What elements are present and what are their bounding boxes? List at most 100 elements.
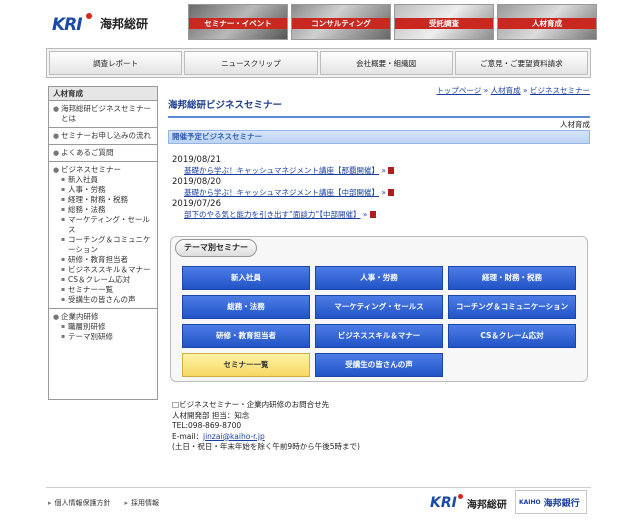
theme-button-business-skill[interactable]: ビジネススキル＆マナー [315, 324, 443, 348]
banner-label: セミナー・イベント [189, 18, 287, 29]
event-date: 2019/07/26 [172, 199, 221, 209]
theme-button-hr-labor[interactable]: 人事・労務 [315, 266, 443, 290]
sub-bullet-icon: ▪ [61, 186, 66, 193]
breadcrumb-seminar[interactable]: ビジネスセミナー [530, 86, 590, 95]
sub-bullet-icon: ▪ [61, 176, 66, 183]
sidebar-subitem-label: 人事・労務 [68, 185, 106, 194]
sidebar-item-label: よくあるご質問 [61, 148, 114, 157]
sidebar-subitem[interactable]: ▪ ビジネススキル＆マナー [53, 265, 155, 275]
breadcrumb-hr[interactable]: 人材育成 [491, 86, 521, 95]
contact-email-label: E-mail： [172, 431, 204, 441]
sidebar-subitem-label: 研修・教育担当者 [68, 255, 128, 264]
bank-name-jp: 海邦銀行 [543, 498, 580, 509]
event-link[interactable]: 基礎から学ぶ！キャッシュマネジメント講座【那覇開催】 » [172, 166, 592, 176]
sub-bullet-icon: ▪ [61, 323, 66, 330]
nav-feedback-request[interactable]: ご意見・ご要望資料請求 [454, 51, 588, 75]
footer-logo-mark-text: KRI [430, 495, 457, 511]
sub-bullet-icon: ▪ [61, 216, 66, 223]
bullet-icon: ● [53, 149, 60, 157]
sub-bullet-icon: ▪ [61, 266, 66, 273]
theme-button-cs-claims[interactable]: CS＆クレーム応対 [448, 324, 576, 348]
sidebar-subitem[interactable]: ▪ 受講生の皆さんの声 [53, 295, 155, 305]
sidebar-subitem[interactable]: ▪ 研修・教育担当者 [53, 255, 155, 265]
theme-button-seminar-list[interactable]: セミナー一覧 [182, 353, 310, 377]
banner-seminar-event[interactable]: セミナー・イベント [188, 4, 288, 40]
sidebar-subitem-label: 新入社員 [68, 175, 98, 184]
sidebar-subitem[interactable]: ▪ 職層別研修 [53, 322, 155, 332]
event-title: 部下のやる気と能力を引き出す”面談力”【中部開催】 [184, 210, 361, 219]
footer-link-privacy[interactable]: ▸ 個人情報保護方針 [48, 498, 111, 508]
bullet-icon: ● [53, 105, 60, 113]
sidebar-subitem[interactable]: ▪ 人事・労務 [53, 185, 155, 195]
bullet-icon: ▸ [48, 499, 52, 507]
footer-link-recruit[interactable]: ▸ 採用情報 [125, 498, 160, 508]
banner-research[interactable]: 受託調査 [394, 4, 494, 40]
sidebar-item-business-seminar[interactable]: ● ビジネスセミナー [53, 165, 155, 175]
event-arrow: » [381, 188, 386, 197]
sidebar-subitem[interactable]: ▪ CS＆クレーム応対 [53, 275, 155, 285]
sidebar-subitem[interactable]: ▪ 新入社員 [53, 175, 155, 185]
sub-bullet-icon: ▪ [61, 286, 66, 293]
sidebar-subitem-label: マーケティング・セールス [68, 215, 150, 234]
theme-button-marketing[interactable]: マーケティング・セールス [315, 295, 443, 319]
sidebar-item-about-seminar[interactable]: ● 海邦総研ビジネスセミナーとは [53, 104, 155, 124]
theme-button-general-legal[interactable]: 総務・法務 [182, 295, 310, 319]
sidebar-subitem[interactable]: ▪ マーケティング・セールス [53, 215, 155, 235]
nav-news-clip[interactable]: ニュースクリップ [184, 51, 318, 75]
footer-logo[interactable]: KRI 海邦総研 [430, 492, 510, 514]
sidebar-subitem-label: 受講生の皆さんの声 [68, 295, 136, 304]
contact-info: □ビジネスセミナー・企業内研修のお問合せ先 人材開発部 担当：知念 TEL:09… [172, 400, 360, 453]
banner-label: コンサルティング [292, 18, 390, 29]
event-link[interactable]: 基礎から学ぶ！キャッシュマネジメント講座【中部開催】 » [172, 188, 592, 198]
theme-seminar-heading: テーマ別セミナー [175, 239, 257, 257]
sidebar-item-label: 企業内研修 [61, 312, 99, 321]
theme-button-student-voices[interactable]: 受講生の皆さんの声 [315, 353, 443, 377]
theme-button-coaching[interactable]: コーチング＆コミュニケーション [448, 295, 576, 319]
footer-link-label: 採用情報 [131, 499, 160, 507]
breadcrumb-top[interactable]: トップページ [436, 86, 481, 95]
top-navigation: 調査レポート ニュースクリップ 会社概要・組織図 ご意見・ご要望資料請求 [46, 48, 591, 78]
theme-button-accounting[interactable]: 経理・財務・税務 [448, 266, 576, 290]
sidebar-section: ● 海邦総研ビジネスセミナーとは [49, 101, 157, 128]
theme-button-new-employee[interactable]: 新入社員 [182, 266, 310, 290]
breadcrumb-separator: » [483, 86, 489, 95]
banner-hr-development[interactable]: 人材育成 [497, 4, 597, 40]
logo-name: 海邦総研 [100, 16, 149, 31]
banner-label: 人材育成 [498, 18, 596, 29]
site-logo[interactable]: KRI 海邦総研 [52, 10, 162, 36]
contact-email-link[interactable]: jinzai@kaiho-r.jp [203, 432, 265, 441]
sidebar-subitem[interactable]: ▪ コーチング＆コミュニケーション [53, 235, 155, 255]
banner-consulting[interactable]: コンサルティング [291, 4, 391, 40]
sidebar-subitem[interactable]: ▪ 経理・財務・税務 [53, 195, 155, 205]
nav-research-report[interactable]: 調査レポート [49, 51, 183, 75]
sidebar-item-faq[interactable]: ● よくあるご質問 [53, 148, 155, 158]
sidebar-item-in-house-training[interactable]: ● 企業内研修 [53, 312, 155, 322]
sub-bullet-icon: ▪ [61, 206, 66, 213]
sidebar-subitem[interactable]: ▪ セミナー一覧 [53, 285, 155, 295]
bullet-icon: ▸ [124, 499, 129, 507]
theme-button-trainer[interactable]: 研修・教育担当者 [182, 324, 310, 348]
sidebar-heading: 人材育成 [49, 87, 157, 101]
sidebar-item-application-flow[interactable]: ● セミナーお申し込みの流れ [53, 131, 155, 141]
contact-email-row: E-mail：jinzai@kaiho-r.jp [172, 432, 360, 443]
footer-divider [46, 487, 591, 488]
sidebar-subitem[interactable]: ▪ 総務・法務 [53, 205, 155, 215]
event-link[interactable]: 部下のやる気と能力を引き出す”面談力”【中部開催】 » [172, 210, 592, 220]
sidebar-subitem-label: 総務・法務 [68, 205, 106, 214]
sidebar-subitem[interactable]: ▪ テーマ別研修 [53, 332, 155, 342]
pdf-icon [387, 189, 394, 196]
sidebar-subitem-label: セミナー一覧 [68, 285, 113, 294]
bullet-icon: ● [53, 132, 60, 140]
kaiho-bank-banner[interactable]: KAIHO 海邦銀行 [515, 490, 587, 514]
page-title: 海邦総研ビジネスセミナー [168, 100, 590, 118]
sub-bullet-icon: ▪ [61, 236, 66, 243]
sub-bullet-icon: ▪ [61, 296, 66, 303]
nav-company-profile[interactable]: 会社概要・組織図 [319, 51, 453, 75]
sidebar-subitem-label: 経理・財務・税務 [68, 195, 128, 204]
footer-links: ▸ 個人情報保護方針 ▸ 採用情報 [48, 498, 159, 508]
contact-department: 人材開発部 担当：知念 [172, 410, 250, 420]
category-label: 人材育成 [560, 120, 590, 129]
event-arrow: » [362, 210, 368, 219]
event-title: 基礎から学ぶ！キャッシュマネジメント講座【中部開催】 [184, 188, 379, 197]
contact-heading: □ビジネスセミナー・企業内研修のお問合せ先 [172, 400, 330, 409]
